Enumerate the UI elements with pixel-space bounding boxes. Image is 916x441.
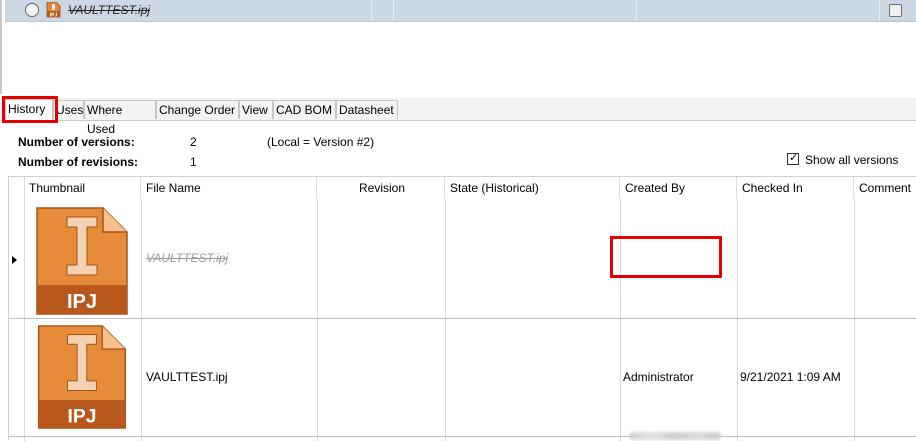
svg-text:IPJ: IPJ — [67, 291, 97, 313]
ipj-thumbnail-icon: IPJ — [37, 325, 127, 429]
history-grid: Thumbnail File Name Revision State (Hist… — [8, 176, 916, 441]
col-header-state[interactable]: State (Historical) — [445, 177, 620, 199]
tab-history[interactable]: History — [5, 99, 53, 120]
ipj-file-icon: IPJ — [46, 2, 61, 18]
tab-cad-bom[interactable]: CAD BOM — [273, 100, 336, 119]
svg-text:IPJ: IPJ — [68, 406, 97, 427]
col-header-file-name[interactable]: File Name — [141, 177, 317, 199]
tab-uses[interactable]: Uses — [53, 100, 84, 119]
row-checkbox[interactable] — [889, 4, 902, 17]
tab-datasheet[interactable]: Datasheet — [336, 100, 398, 119]
created-by-cell-redacted — [629, 432, 721, 440]
current-row-indicator-icon — [12, 256, 17, 264]
row-radio-button[interactable] — [25, 3, 39, 17]
file-list-row-selected[interactable]: IPJ VAULTTEST.ipj — [5, 0, 916, 22]
versions-value: 2 — [190, 135, 197, 149]
versions-label: Number of versions: — [18, 135, 135, 149]
checked-in-cell: 9/21/2021 1:09 AM — [740, 370, 841, 384]
file-name-text: VAULTTEST.ipj — [68, 3, 151, 17]
file-name-cell: VAULTTEST.ipj — [146, 370, 228, 384]
created-by-cell: Administrator — [623, 370, 694, 384]
tab-view[interactable]: View — [239, 100, 273, 119]
local-version-note: (Local = Version #2) — [267, 135, 375, 149]
revisions-label: Number of revisions: — [18, 155, 139, 169]
revisions-value: 1 — [190, 155, 197, 169]
tab-change-order[interactable]: Change Order — [156, 100, 239, 119]
show-all-versions-label: Show all versions — [805, 153, 899, 167]
col-header-thumbnail[interactable]: Thumbnail — [24, 177, 141, 199]
check-mark-icon: ✓ — [789, 152, 799, 164]
col-header-created-by[interactable]: Created By — [620, 177, 737, 199]
col-header-checked-in[interactable]: Checked In — [737, 177, 854, 199]
col-header-comment[interactable]: Comment — [854, 177, 916, 199]
svg-text:IPJ: IPJ — [50, 12, 58, 18]
tab-strip: History Uses Where Used Change Order Vie… — [0, 98, 916, 136]
file-list-pane: IPJ VAULTTEST.ipj — [0, 0, 916, 94]
ipj-thumbnail-icon: IPJ — [36, 207, 128, 315]
show-all-versions-checkbox[interactable]: ✓ — [787, 152, 799, 165]
file-name-cell: VAULTTEST.ipj — [146, 251, 229, 265]
col-header-revision[interactable]: Revision — [317, 177, 445, 199]
tab-where-used[interactable]: Where Used — [84, 100, 156, 136]
